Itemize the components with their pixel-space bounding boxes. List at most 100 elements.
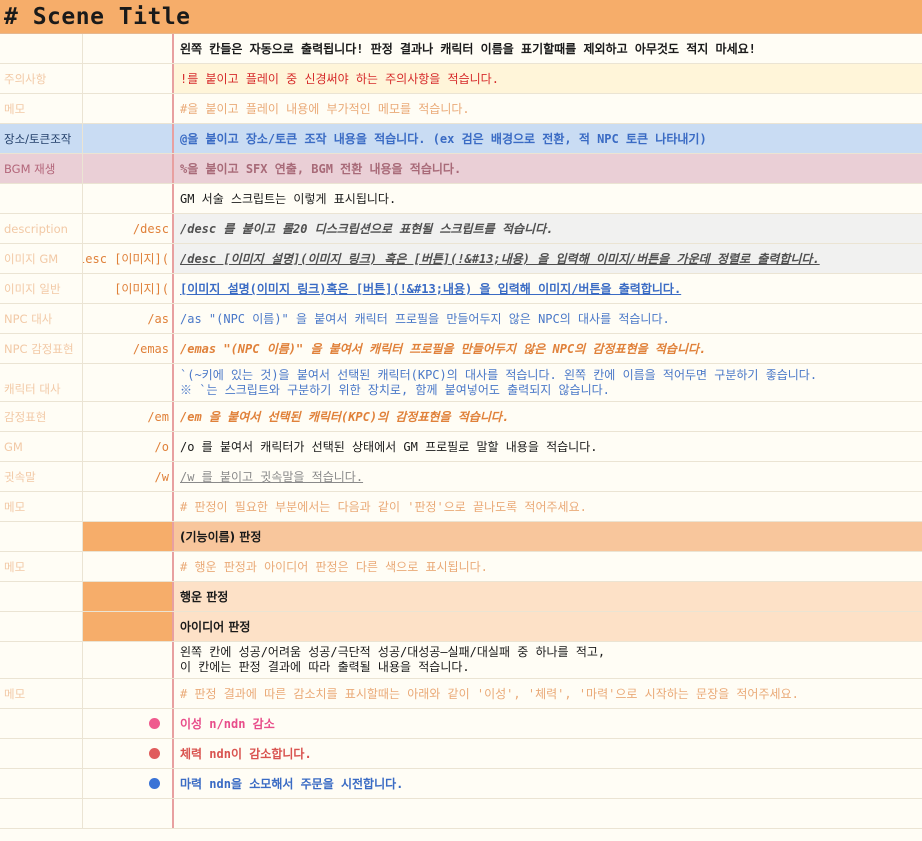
table-row: 메모 # 판정 결과에 따른 감소치를 표시할때는 아래와 같이 '이성', '… <box>0 679 922 709</box>
table-row: 메모 #을 붙이고 플레이 내용에 부가적인 메모를 적습니다. <box>0 94 922 124</box>
row-text[interactable]: /emas "(NPC 이름)" 을 붙여서 캐릭터 프로필을 만들어두지 않은… <box>172 334 922 363</box>
row-status-dot <box>82 739 172 768</box>
row-key <box>0 612 82 641</box>
table-row: NPC 대사 /as /as "(NPC 이름)" 을 붙여서 캐릭터 프로필을… <box>0 304 922 334</box>
row-text[interactable]: /o 를 붙여서 캐릭터가 선택된 상태에서 GM 프로필로 말할 내용을 적습… <box>172 432 922 461</box>
row-command <box>82 679 172 708</box>
row-command <box>82 184 172 213</box>
table-row: (기능이름) 판정 <box>0 522 922 552</box>
row-text[interactable] <box>172 799 922 828</box>
row-command: /em <box>82 402 172 431</box>
row-key: GM <box>4 439 23 454</box>
row-text[interactable]: # 판정 결과에 따른 감소치를 표시할때는 아래와 같이 '이성', '체력'… <box>172 679 922 708</box>
row-command <box>82 34 172 63</box>
row-text[interactable]: GM 서술 스크립트는 이렇게 표시됩니다. <box>172 184 922 213</box>
row-key: 메모 <box>4 499 26 514</box>
table-row: description /desc /desc 를 붙이고 롤20 디스크립션으… <box>0 214 922 244</box>
row-text[interactable]: /as "(NPC 이름)" 을 붙여서 캐릭터 프로필을 만들어두지 않은 N… <box>172 304 922 333</box>
row-command: /as <box>82 304 172 333</box>
row-text[interactable]: # 행운 판정과 아이디어 판정은 다른 색으로 표시됩니다. <box>172 552 922 581</box>
row-text[interactable]: 마력 ndn을 소모해서 주문을 시전합니다. <box>172 769 922 798</box>
row-key <box>0 522 82 551</box>
row-text-line-1: 왼쪽 칸에 성공/어려움 성공/극단적 성공/대성공―실패/대실패 중 하나를 … <box>180 645 606 659</box>
row-command: /emas <box>82 334 172 363</box>
row-key <box>0 184 82 213</box>
table-row: 캐릭터 대사 `(~키에 있는 것)을 붙여서 선택된 캐릭터(KPC)의 대사… <box>0 364 922 402</box>
table-row: 체력 ndn이 감소합니다. <box>0 739 922 769</box>
row-command: /o <box>82 432 172 461</box>
row-key: 이미지 GM <box>4 251 59 266</box>
row-text[interactable]: # 판정이 필요한 부분에서는 다음과 같이 '판정'으로 끝나도록 적어주세요… <box>172 492 922 521</box>
row-key: NPC 대사 <box>4 311 53 326</box>
table-row: 감정표현 /em /em 을 붙여서 선택된 캐릭터(KPC)의 감정표현을 적… <box>0 402 922 432</box>
table-row: 장소/토큰조작 @을 붙이고 장소/토큰 조작 내용을 적습니다. (ex 검은… <box>0 124 922 154</box>
row-key: 메모 <box>4 559 26 574</box>
row-key: 귓속말 <box>4 469 36 484</box>
row-text[interactable]: @을 붙이고 장소/토큰 조작 내용을 적습니다. (ex 검은 배경으로 전환… <box>172 124 922 153</box>
row-key: description <box>4 221 68 236</box>
row-command <box>82 612 172 641</box>
row-key: 장소/토큰조작 <box>0 124 82 153</box>
row-key <box>0 739 82 768</box>
table-row: 이미지 일반 [이미지]( [이미지 설명(이미지 링크)혹은 [버튼](!&#… <box>0 274 922 304</box>
row-key: 주의사항 <box>4 71 47 86</box>
row-text[interactable]: !를 붙이고 플레이 중 신경써야 하는 주의사항을 적습니다. <box>172 64 922 93</box>
row-text[interactable]: (기능이름) 판정 <box>172 522 922 551</box>
row-command <box>82 552 172 581</box>
row-status-dot <box>82 709 172 738</box>
row-text[interactable]: /em 을 붙여서 선택된 캐릭터(KPC)의 감정표현을 적습니다. <box>172 402 922 431</box>
table-row: 행운 판정 <box>0 582 922 612</box>
row-text-multiline[interactable]: `(~키에 있는 것)을 붙여서 선택된 캐릭터(KPC)의 대사를 적습니다.… <box>172 364 922 401</box>
row-key: NPC 감정표현 <box>4 341 74 356</box>
row-command <box>82 522 172 551</box>
row-key: BGM 재생 <box>0 154 82 183</box>
row-command: /desc <box>82 214 172 243</box>
row-key <box>0 642 82 678</box>
table-row: NPC 감정표현 /emas /emas "(NPC 이름)" 을 붙여서 캐릭… <box>0 334 922 364</box>
script-sheet: 왼쪽 칸들은 자동으로 출력됩니다! 판정 결과나 캐릭터 이름을 표기할때를 … <box>0 34 922 829</box>
row-key <box>0 709 82 738</box>
row-text[interactable]: [이미지 설명(이미지 링크)혹은 [버튼](!&#13;내용) 을 입력해 이… <box>172 274 922 303</box>
table-row: 왼쪽 칸들은 자동으로 출력됩니다! 판정 결과나 캐릭터 이름을 표기할때를 … <box>0 34 922 64</box>
row-command <box>82 64 172 93</box>
row-command <box>82 124 172 153</box>
row-text[interactable]: #을 붙이고 플레이 내용에 부가적인 메모를 적습니다. <box>172 94 922 123</box>
table-row: 이성 n/ndn 감소 <box>0 709 922 739</box>
row-text-line-2: 이 칸에는 판정 결과에 따라 출력될 내용을 적습니다. <box>180 660 470 674</box>
row-command <box>82 642 172 678</box>
row-key: 메모 <box>4 101 26 116</box>
row-text-line-1: `(~키에 있는 것)을 붙여서 선택된 캐릭터(KPC)의 대사를 적습니다.… <box>180 367 818 382</box>
row-command <box>82 94 172 123</box>
row-text[interactable]: 행운 판정 <box>172 582 922 611</box>
row-text[interactable]: 체력 ndn이 감소합니다. <box>172 739 922 768</box>
row-text[interactable]: 왼쪽 칸들은 자동으로 출력됩니다! 판정 결과나 캐릭터 이름을 표기할때를 … <box>172 34 922 63</box>
blue-dot-icon <box>149 778 160 789</box>
row-text[interactable]: /desc 를 붙이고 롤20 디스크립션으로 표현될 스크립트를 적습니다. <box>172 214 922 243</box>
table-row: 아이디어 판정 <box>0 612 922 642</box>
row-text[interactable]: /desc [이미지 설명](이미지 링크) 혹은 [버튼](!&#13;내용)… <box>172 244 922 273</box>
row-text[interactable]: 이성 n/ndn 감소 <box>172 709 922 738</box>
table-row: 왼쪽 칸에 성공/어려움 성공/극단적 성공/대성공―실패/대실패 중 하나를 … <box>0 642 922 679</box>
row-key <box>0 799 82 828</box>
row-text-line-2: ※ `는 스크립트와 구분하기 위한 장치로, 함께 붙여넣어도 출력되지 않습… <box>180 382 610 397</box>
row-status-dot <box>82 769 172 798</box>
row-text[interactable]: %을 붙이고 SFX 연출, BGM 전환 내용을 적습니다. <box>172 154 922 183</box>
table-row: 귓속말 /w /w 를 붙이고 귓속말을 적습니다. <box>0 462 922 492</box>
table-row: 마력 ndn을 소모해서 주문을 시전합니다. <box>0 769 922 799</box>
row-key: 메모 <box>4 686 26 701</box>
table-row: BGM 재생 %을 붙이고 SFX 연출, BGM 전환 내용을 적습니다. <box>0 154 922 184</box>
row-key <box>0 582 82 611</box>
table-row: GM 서술 스크립트는 이렇게 표시됩니다. <box>0 184 922 214</box>
scene-title: # Scene Title <box>4 3 191 30</box>
row-key: 캐릭터 대사 <box>4 382 61 396</box>
table-row: 주의사항 !를 붙이고 플레이 중 신경써야 하는 주의사항을 적습니다. <box>0 64 922 94</box>
row-command: /w <box>82 462 172 491</box>
table-row: 메모 # 행운 판정과 아이디어 판정은 다른 색으로 표시됩니다. <box>0 552 922 582</box>
row-key: 감정표현 <box>4 409 47 424</box>
row-command <box>82 492 172 521</box>
row-text[interactable]: /w 를 붙이고 귓속말을 적습니다. <box>172 462 922 491</box>
row-key: 이미지 일반 <box>4 281 61 296</box>
row-key <box>0 34 82 63</box>
row-text[interactable]: 아이디어 판정 <box>172 612 922 641</box>
row-text-multiline[interactable]: 왼쪽 칸에 성공/어려움 성공/극단적 성공/대성공―실패/대실패 중 하나를 … <box>172 642 922 678</box>
